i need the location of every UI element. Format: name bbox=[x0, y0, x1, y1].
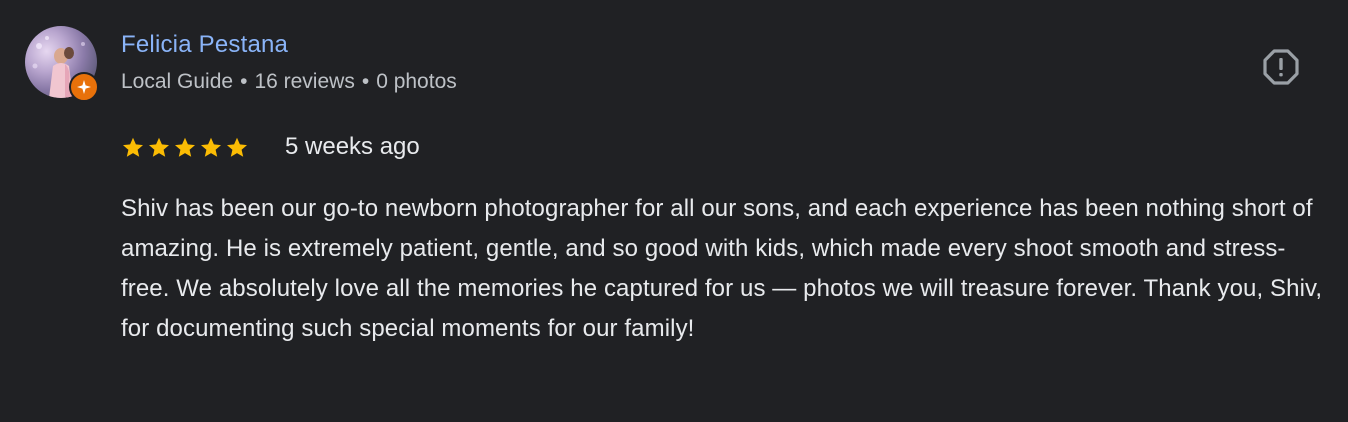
report-button[interactable] bbox=[1261, 47, 1301, 87]
review-card: Felicia Pestana Local Guide • 16 reviews • 0… bbox=[0, 0, 1348, 422]
review-date: 5 weeks ago bbox=[285, 133, 420, 160]
author-meta: Local Guide • 16 reviews • 0 photos bbox=[121, 68, 457, 96]
star-icon bbox=[149, 137, 169, 157]
star-icon bbox=[227, 137, 247, 157]
meta-separator: • bbox=[361, 70, 370, 93]
author-photo-count: 0 photos bbox=[376, 70, 457, 93]
author-review-count: 16 reviews bbox=[254, 70, 355, 93]
star-rating bbox=[121, 134, 249, 162]
meta-separator: • bbox=[240, 70, 248, 93]
local-guide-badge-icon bbox=[69, 72, 99, 102]
report-icon bbox=[1263, 49, 1299, 85]
author-name[interactable]: Felicia Pestana bbox=[121, 30, 288, 60]
author-role: Local Guide bbox=[121, 70, 234, 93]
star-icon bbox=[201, 137, 221, 157]
star-icon bbox=[175, 137, 195, 157]
review-text: Shiv has been our go-to newborn photogra… bbox=[121, 195, 1323, 342]
star-icon bbox=[123, 137, 143, 157]
